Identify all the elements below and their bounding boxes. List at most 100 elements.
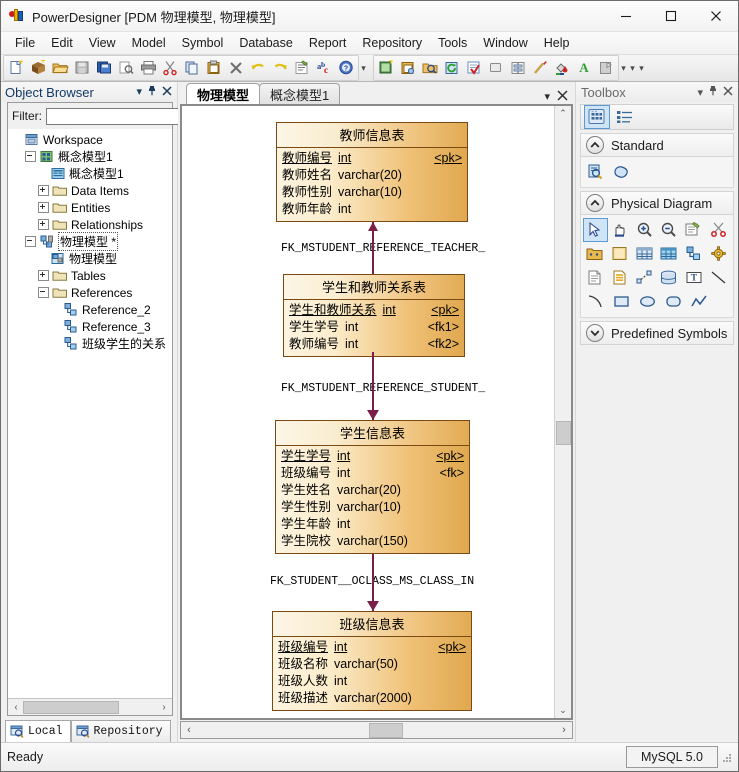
- tab-list-icon[interactable]: ▾: [544, 91, 550, 103]
- line-icon[interactable]: [706, 266, 731, 290]
- tree-item[interactable]: 班级学生的关系: [8, 335, 172, 352]
- expand-icon[interactable]: [38, 202, 49, 213]
- tree-item[interactable]: Entities: [8, 199, 172, 216]
- close-icon[interactable]: [162, 85, 172, 99]
- table-icon[interactable]: [632, 242, 657, 266]
- zoom-out-icon[interactable]: [657, 218, 682, 242]
- table-column-row[interactable]: 学生年龄 int: [281, 516, 464, 533]
- table-column-row[interactable]: 教师年龄 int: [282, 201, 462, 218]
- save-all-icon[interactable]: [93, 58, 115, 79]
- text-box-icon[interactable]: T: [682, 266, 707, 290]
- toolbar-overflow-4[interactable]: ▾: [637, 58, 646, 78]
- menu-item-edit[interactable]: Edit: [43, 34, 81, 52]
- print-preview-icon[interactable]: [115, 58, 137, 79]
- diagram-hscroll-thumb[interactable]: [369, 722, 404, 738]
- link-icon[interactable]: [632, 266, 657, 290]
- pin-icon[interactable]: [147, 85, 157, 99]
- tree-item[interactable]: 概念模型1: [8, 148, 172, 165]
- diagram-horizontal-scrollbar[interactable]: ‹ ›: [180, 721, 573, 739]
- spell-check-icon[interactable]: abc: [313, 58, 335, 79]
- chevron-up-icon[interactable]: [586, 136, 604, 154]
- ellipse-icon[interactable]: [635, 290, 661, 314]
- open-folder-icon[interactable]: [49, 58, 71, 79]
- diagram-tab-2[interactable]: 概念模型1: [259, 83, 341, 104]
- menu-item-model[interactable]: Model: [124, 34, 174, 52]
- delete-icon[interactable]: [225, 58, 247, 79]
- expand-icon[interactable]: [38, 185, 49, 196]
- text-note-icon[interactable]: [608, 266, 633, 290]
- collapse-icon[interactable]: [38, 287, 49, 298]
- open-package-icon[interactable]: [682, 218, 707, 242]
- toolbox-section-header[interactable]: Physical Diagram: [580, 191, 734, 215]
- polyline-icon[interactable]: [687, 290, 713, 314]
- table-column-row[interactable]: 教师姓名 varchar(20): [282, 167, 462, 184]
- vscroll-track[interactable]: [555, 121, 571, 703]
- fill-color-icon[interactable]: [551, 58, 573, 79]
- view-icon[interactable]: [657, 242, 682, 266]
- copy-icon[interactable]: [181, 58, 203, 79]
- vscroll-thumb[interactable]: [555, 421, 571, 445]
- refresh-model-icon[interactable]: [441, 58, 463, 79]
- tree-item[interactable]: References: [8, 284, 172, 301]
- diagram-canvas[interactable]: 教师信息表 教师编号 int <pk> 教师姓名 varchar(20) 教师性别 varch…: [182, 106, 554, 718]
- diagram-tab-1[interactable]: 物理模型: [186, 83, 261, 104]
- expand-icon[interactable]: [38, 270, 49, 281]
- tree-item[interactable]: Workspace: [8, 131, 172, 148]
- scroll-left-arrow[interactable]: ‹: [9, 702, 23, 713]
- resize-grip[interactable]: [722, 751, 732, 763]
- cut-icon[interactable]: [159, 58, 181, 79]
- tree-item[interactable]: 物理模型 *: [8, 232, 172, 251]
- menu-item-tools[interactable]: Tools: [430, 34, 475, 52]
- scroll-track[interactable]: [23, 700, 157, 714]
- menu-item-file[interactable]: File: [7, 34, 43, 52]
- collapse-icon[interactable]: [25, 151, 36, 162]
- filter-input[interactable]: [46, 107, 194, 125]
- class-table[interactable]: 班级信息表 班级编号 int <pk> 班级名称 varchar(50) 班级人数 int 班级…: [272, 611, 472, 711]
- scroll-up-arrow[interactable]: ⌃: [555, 106, 571, 121]
- save-icon[interactable]: [71, 58, 93, 79]
- diagram-vertical-scrollbar[interactable]: ⌃ ⌄: [554, 106, 571, 718]
- toolbar-overflow-1[interactable]: ▾: [359, 58, 368, 78]
- tab-close-icon[interactable]: [557, 90, 568, 104]
- table-column-row[interactable]: 学生姓名 varchar(20): [281, 482, 464, 499]
- table-column-row[interactable]: 班级描述 varchar(2000): [278, 690, 466, 707]
- free-symbol-icon[interactable]: [609, 160, 635, 184]
- database-icon[interactable]: [657, 266, 682, 290]
- expand-icon[interactable]: [38, 219, 49, 230]
- toolbox-section-header[interactable]: Standard: [580, 133, 734, 157]
- scroll-down-arrow[interactable]: ⌄: [555, 703, 571, 718]
- undo-icon[interactable]: [247, 58, 269, 79]
- tree-item[interactable]: Reference_2: [8, 301, 172, 318]
- object-tree[interactable]: Workspace 概念模型1 概念模型1 Data Items Entities Rel…: [8, 129, 172, 698]
- palette-list-icon[interactable]: [612, 105, 638, 129]
- reference-label[interactable]: FK_MSTUDENT_REFERENCE_STUDENT_: [281, 382, 485, 395]
- font-color-icon[interactable]: A: [573, 58, 595, 79]
- scroll-right-arrow[interactable]: ›: [157, 702, 171, 713]
- procedure-icon[interactable]: [706, 242, 731, 266]
- pin-icon[interactable]: [708, 85, 718, 99]
- chevron-down-icon[interactable]: ▾: [136, 86, 142, 98]
- toolbar-overflow-3[interactable]: ▾: [628, 58, 637, 78]
- browser-horizontal-scrollbar[interactable]: ‹ ›: [8, 698, 172, 715]
- note-icon[interactable]: [583, 266, 608, 290]
- new-diagram-icon[interactable]: [375, 58, 397, 79]
- table-column-row[interactable]: 班级名称 varchar(50): [278, 656, 466, 673]
- tree-item[interactable]: Data Items: [8, 182, 172, 199]
- scroll-thumb[interactable]: [23, 700, 120, 714]
- table-column-row[interactable]: 班级编号 int <fk>: [281, 465, 464, 482]
- palette-grid-icon[interactable]: [584, 105, 610, 129]
- align-center-icon[interactable]: [507, 58, 529, 79]
- tree-item[interactable]: Tables: [8, 267, 172, 284]
- table-column-row[interactable]: 学生和教师关系 int <pk>: [289, 302, 459, 319]
- reference-icon[interactable]: [682, 242, 707, 266]
- clipboard-model-icon[interactable]: [397, 58, 419, 79]
- help-icon[interactable]: ?: [335, 58, 357, 79]
- table-column-row[interactable]: 教师编号 int <fk2>: [289, 336, 459, 353]
- zoom-in-icon[interactable]: [632, 218, 657, 242]
- package-icon[interactable]: [583, 242, 608, 266]
- delete-scissors-icon[interactable]: [706, 218, 731, 242]
- table-column-row[interactable]: 教师编号 int <pk>: [282, 150, 462, 167]
- check-model-icon[interactable]: [463, 58, 485, 79]
- chevron-up-icon[interactable]: [586, 194, 604, 212]
- print-icon[interactable]: [137, 58, 159, 79]
